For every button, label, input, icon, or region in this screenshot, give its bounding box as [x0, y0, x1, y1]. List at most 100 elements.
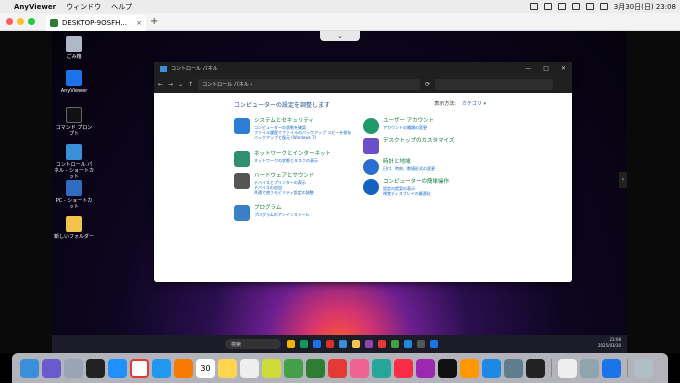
battery-icon[interactable]	[571, 3, 580, 10]
view-by-dropdown[interactable]: カテゴリ ▾	[462, 101, 486, 107]
category-title[interactable]: ネットワークとインターネット	[254, 151, 331, 158]
category-hardware-sound[interactable]: ハードウェアとサウンド デバイスとプリンターの表示 デバイスの追加 共通で使うモ…	[234, 173, 314, 195]
menu-help[interactable]: ヘルプ	[111, 2, 132, 12]
desktop-icon-new-folder[interactable]: 新しいフォルダー	[54, 216, 94, 240]
taskbar-search[interactable]: 検索	[225, 339, 281, 349]
desktop-icon-anyviewer[interactable]: AnyViewer	[54, 70, 94, 94]
music-icon[interactable]	[394, 358, 413, 378]
windows-start-icon[interactable]	[212, 340, 220, 348]
category-system-security[interactable]: システムとセキュリティ コンピューターの状態を確認 ファイル履歴でファイルのバッ…	[234, 118, 351, 140]
category-title[interactable]: ハードウェアとサウンド	[254, 173, 314, 180]
status-icon[interactable]	[529, 3, 538, 10]
taskbar-app-icon[interactable]	[326, 340, 334, 348]
books-icon[interactable]	[460, 358, 479, 378]
taskbar-app-icon[interactable]	[417, 340, 425, 348]
forward-icon[interactable]: →	[168, 81, 173, 88]
app-icon[interactable]	[372, 358, 391, 378]
desktop-icon-command-prompt[interactable]: コマンド プロンプト	[54, 107, 94, 137]
maps-icon[interactable]	[262, 358, 281, 378]
back-icon[interactable]: ←	[158, 81, 163, 88]
anyviewer-dock-icon[interactable]	[602, 358, 621, 378]
app-icon[interactable]	[580, 358, 599, 378]
category-user-accounts[interactable]: ユーザー アカウント アカウントの種類の変更	[363, 118, 434, 134]
toolbar-collapse-button[interactable]: ⌄	[320, 31, 360, 41]
category-ease-of-access[interactable]: コンピューターの簡単操作 設定の提案の表示 視覚ディスプレイの最適化	[363, 179, 449, 196]
anyviewer-taskbar-icon[interactable]	[430, 340, 438, 348]
app-store-icon[interactable]	[482, 358, 501, 378]
taskbar-app-icon[interactable]	[339, 340, 347, 348]
category-title[interactable]: デスクトップのカスタマイズ	[383, 138, 454, 145]
file-explorer-icon[interactable]	[287, 340, 295, 348]
menu-app-name[interactable]: AnyViewer	[14, 3, 56, 11]
up-icon[interactable]: ↑	[188, 81, 193, 88]
mission-control-icon[interactable]	[86, 358, 105, 378]
menubar-clock[interactable]: 3月30日(日) 23:08	[614, 2, 676, 12]
new-tab-button[interactable]: +	[150, 16, 158, 27]
system-tray[interactable]: 23:08 2025/03/30	[598, 337, 621, 349]
search-icon[interactable]	[599, 3, 608, 10]
desktop-icon-control-panel[interactable]: コントロール パネル - ショートカット	[54, 144, 94, 180]
category-link[interactable]: 日付、時刻、数値形式の変更	[383, 166, 435, 171]
category-link[interactable]: プログラムのアンインストール	[254, 212, 310, 217]
trash-icon[interactable]	[634, 358, 653, 378]
calendar-icon[interactable]: 30	[196, 358, 215, 378]
taskbar-app-icon[interactable]	[378, 340, 386, 348]
taskbar-app-icon[interactable]	[352, 340, 360, 348]
launchpad-icon[interactable]	[64, 358, 83, 378]
chrome-icon[interactable]	[130, 358, 149, 378]
facetime-icon[interactable]	[306, 358, 325, 378]
desktop-icon-pc[interactable]: PC - ショートカット	[54, 180, 94, 210]
category-title[interactable]: ユーザー アカウント	[383, 118, 434, 125]
minimize-icon[interactable]: —	[525, 65, 531, 72]
photos-icon[interactable]	[350, 358, 369, 378]
category-link[interactable]: アカウントの種類の変更	[383, 125, 434, 130]
category-appearance[interactable]: デスクトップのカスタマイズ	[363, 138, 454, 154]
activity-monitor-icon[interactable]	[526, 358, 545, 378]
status-icon[interactable]	[557, 3, 566, 10]
category-title[interactable]: システムとセキュリティ	[254, 118, 351, 125]
siri-icon[interactable]	[42, 358, 61, 378]
mail-icon[interactable]	[152, 358, 171, 378]
category-title[interactable]: 時計と地域	[383, 159, 435, 166]
category-programs[interactable]: プログラム プログラムのアンインストール	[234, 205, 310, 221]
app-icon[interactable]	[174, 358, 193, 378]
notes-icon[interactable]	[218, 358, 237, 378]
app-icon[interactable]	[328, 358, 347, 378]
category-link[interactable]: ネットワークの状態とタスクの表示	[254, 158, 331, 163]
side-panel-grip[interactable]: ‹	[619, 172, 627, 188]
tab-close-button[interactable]: ×	[136, 19, 142, 27]
messages-icon[interactable]	[284, 358, 303, 378]
system-settings-icon[interactable]	[504, 358, 523, 378]
status-icon[interactable]	[543, 3, 552, 10]
taskbar-app-icon[interactable]	[365, 340, 373, 348]
app-icon[interactable]	[558, 358, 577, 378]
edge-icon[interactable]	[313, 340, 321, 348]
session-tab[interactable]: DESKTOP-9OSFH... ×	[46, 15, 146, 31]
taskbar-app-icon[interactable]	[391, 340, 399, 348]
close-window-button[interactable]	[6, 18, 13, 25]
menu-window[interactable]: ウィンドウ	[66, 2, 101, 12]
category-link[interactable]: 視覚ディスプレイの最適化	[383, 191, 449, 196]
address-bar[interactable]: コントロール パネル ›	[198, 78, 421, 90]
refresh-icon[interactable]: ⟳	[425, 81, 430, 88]
finder-icon[interactable]	[20, 358, 39, 378]
tv-icon[interactable]	[438, 358, 457, 378]
minimize-window-button[interactable]	[17, 18, 24, 25]
recent-icon[interactable]: ⌄	[178, 81, 183, 88]
category-title[interactable]: プログラム	[254, 205, 310, 212]
category-clock-region[interactable]: 時計と地域 日付、時刻、数値形式の変更	[363, 159, 435, 175]
category-link[interactable]: バックアップと復元 (Windows 7)	[254, 135, 351, 140]
category-link[interactable]: 共通で使うモビリティ設定の調整	[254, 190, 314, 195]
taskbar-app-icon[interactable]	[404, 340, 412, 348]
search-input[interactable]	[435, 78, 554, 90]
close-icon[interactable]: ✕	[561, 65, 566, 72]
category-network-internet[interactable]: ネットワークとインターネット ネットワークの状態とタスクの表示	[234, 151, 331, 167]
control-panel-titlebar[interactable]: コントロール パネル — □ ✕	[154, 62, 572, 75]
wifi-icon[interactable]	[585, 3, 594, 10]
reminders-icon[interactable]	[240, 358, 259, 378]
safari-icon[interactable]	[108, 358, 127, 378]
maximize-icon[interactable]: □	[543, 65, 549, 72]
zoom-window-button[interactable]	[28, 18, 35, 25]
desktop-icon-recycle-bin[interactable]: ごみ箱	[54, 36, 94, 60]
taskbar-app-icon[interactable]	[300, 340, 308, 348]
